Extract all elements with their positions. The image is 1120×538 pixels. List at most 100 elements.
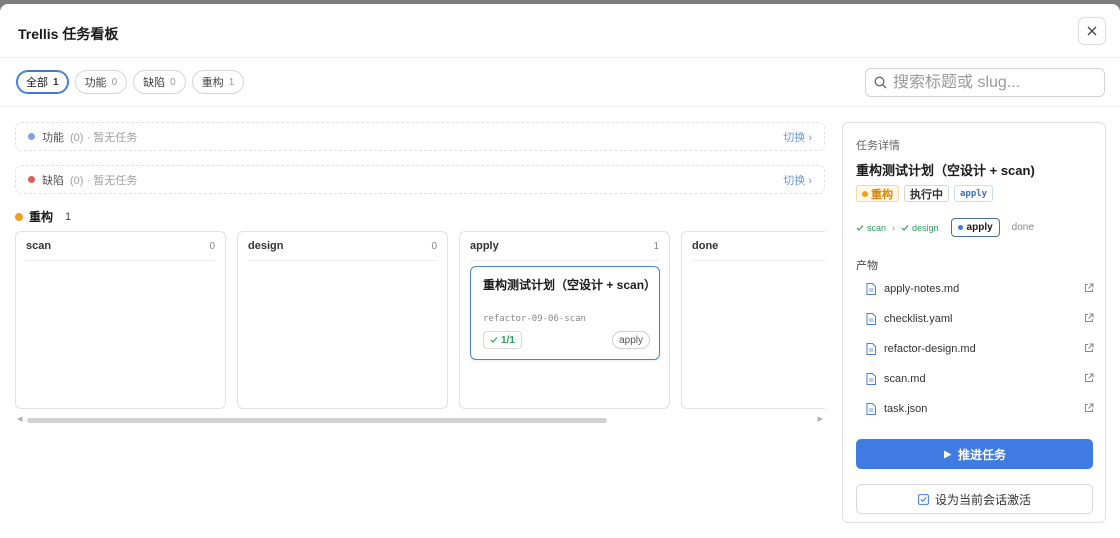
artifact-item[interactable]: task.json [856,394,1094,424]
column-name: design [248,240,284,252]
column-header: scan 0 [26,232,215,261]
lane-name: 功能 [42,131,64,144]
column-count: 1 [653,240,659,252]
detail-tags: 重构 执行中 apply [856,185,994,202]
column-scan: scan 0 [15,231,226,409]
close-button[interactable] [1078,17,1106,45]
search-box[interactable] [865,68,1105,97]
task-card[interactable]: 重构测试计划（空设计 + scan） refactor-09-06-scan 1… [470,266,660,360]
search-input[interactable] [893,73,1093,92]
filter-chip-count: 1 [53,76,59,88]
column-count: 0 [209,240,215,252]
chevron-right-icon: › [892,222,896,233]
play-icon [943,450,952,458]
external-link-icon[interactable] [1084,283,1094,293]
column-header: done [692,232,825,261]
pipeline-stage-label: scan [867,222,887,233]
column-count: 0 [431,240,437,252]
pipeline-stage-done: design [901,223,939,233]
pipeline-stage-done: scan [856,223,886,233]
lane-name: 重构 [29,210,54,224]
horizontal-scrollbar[interactable]: ◀ ▶ [15,415,825,425]
status-badge: 执行中 [904,185,949,202]
checkbox-icon [918,493,929,505]
kanban-columns: scan 0 design 0 apply 1 重构测试计划（空设计 + sca… [15,231,825,409]
lane-name: 缺陷 [42,174,64,187]
pipeline-stage-current: apply [950,218,1000,237]
task-card-slug: refactor-09-06-scan [483,314,586,324]
column-done: done [681,231,825,409]
external-link-icon[interactable] [1084,373,1094,383]
column-header: apply 1 [470,232,659,261]
check-icon [490,337,498,343]
external-link-icon[interactable] [1084,313,1094,323]
artifact-list: apply-notes.md checklist.yaml refactor-d… [856,274,1094,424]
column-name: scan [26,240,52,252]
type-tag-text: 重构 [871,188,893,201]
external-link-icon[interactable] [1084,403,1094,413]
filter-chip-label: 重构 [201,77,224,89]
filter-bar: 全部 1 功能 0 缺陷 0 重构 1 [0,58,1120,107]
artifact-name: scan.md [884,373,926,385]
detail-section-label: 任务详情 [856,140,900,152]
lane-switch-link[interactable]: 切换 › [783,129,812,145]
artifact-item[interactable]: checklist.yaml [856,304,1094,334]
external-link-icon[interactable] [1084,343,1094,353]
file-icon [866,283,876,295]
scroll-left-icon[interactable]: ◀ [17,415,22,423]
lane-color-dot [15,212,23,221]
column-apply: apply 1 重构测试计划（空设计 + scan） refactor-09-0… [459,231,670,409]
file-icon [866,313,876,325]
lane-count: 1 [65,210,72,223]
lane-color-dot [28,176,35,183]
artifact-item[interactable]: refactor-design.md [856,334,1094,364]
pipeline-stage-pending: done [1011,222,1034,233]
column-header: design 0 [248,232,437,261]
stage-pipeline: scan › design apply done [856,218,1034,237]
filter-chip-label: 全部 [26,77,48,89]
lane-refactor-header: 重构 1 [15,208,71,225]
check-icon [901,224,909,231]
set-active-session-button[interactable]: 设为当前会话激活 [856,484,1093,514]
filter-chip-feature[interactable]: 功能 0 [74,70,128,94]
artifacts-label: 产物 [856,260,878,272]
type-tag: 重构 [856,185,899,202]
filter-chip-count: 1 [228,76,235,88]
window-title: Trellis 任务看板 [18,26,119,42]
set-active-session-label: 设为当前会话激活 [934,492,1031,507]
scroll-right-icon[interactable]: ▶ [818,415,823,423]
lane-color-dot [28,133,35,140]
lane-meta: (0) · 暂无任务 [70,174,138,187]
task-card-progress-text: 1/1 [501,334,515,346]
scroll-thumb[interactable] [27,418,607,423]
task-detail-panel: 任务详情 重构测试计划（空设计 + scan) 重构 执行中 apply sca… [842,122,1106,523]
artifact-name: refactor-design.md [884,343,976,355]
artifact-name: apply-notes.md [884,283,960,295]
lane-feature-collapsed: 功能 (0) · 暂无任务 切换 › [15,122,825,151]
task-card-stage-badge: apply [612,331,650,349]
filter-chips: 全部 1 功能 0 缺陷 0 重构 1 [16,70,245,94]
column-name: apply [470,240,499,252]
pipeline-stage-label: apply [966,222,993,233]
filter-chip-refactor[interactable]: 重构 1 [191,70,245,94]
filter-chip-all[interactable]: 全部 1 [16,70,69,94]
lane-bug-collapsed: 缺陷 (0) · 暂无任务 切换 › [15,165,825,194]
filter-chip-label: 功能 [84,77,107,89]
advance-task-button[interactable]: 推进任务 [856,439,1093,469]
file-icon [866,373,876,385]
filter-chip-count: 0 [170,76,176,88]
stage-badge: apply [954,185,994,202]
artifact-item[interactable]: apply-notes.md [856,274,1094,304]
column-design: design 0 [237,231,448,409]
advance-task-label: 推进任务 [957,447,1006,462]
lane-switch-link[interactable]: 切换 › [783,172,812,188]
task-board-modal: Trellis 任务看板 全部 1 功能 0 缺陷 0 重构 1 搜索标题或 s… [0,4,1120,538]
filter-chip-bug[interactable]: 缺陷 0 [133,70,186,94]
search-icon [874,76,887,89]
artifact-name: task.json [884,403,928,415]
filter-chip-label: 缺陷 [143,77,166,89]
artifact-item[interactable]: scan.md [856,364,1094,394]
file-icon [866,403,876,415]
detail-task-title: 重构测试计划（空设计 + scan) [856,163,1035,178]
close-icon [1087,26,1097,36]
